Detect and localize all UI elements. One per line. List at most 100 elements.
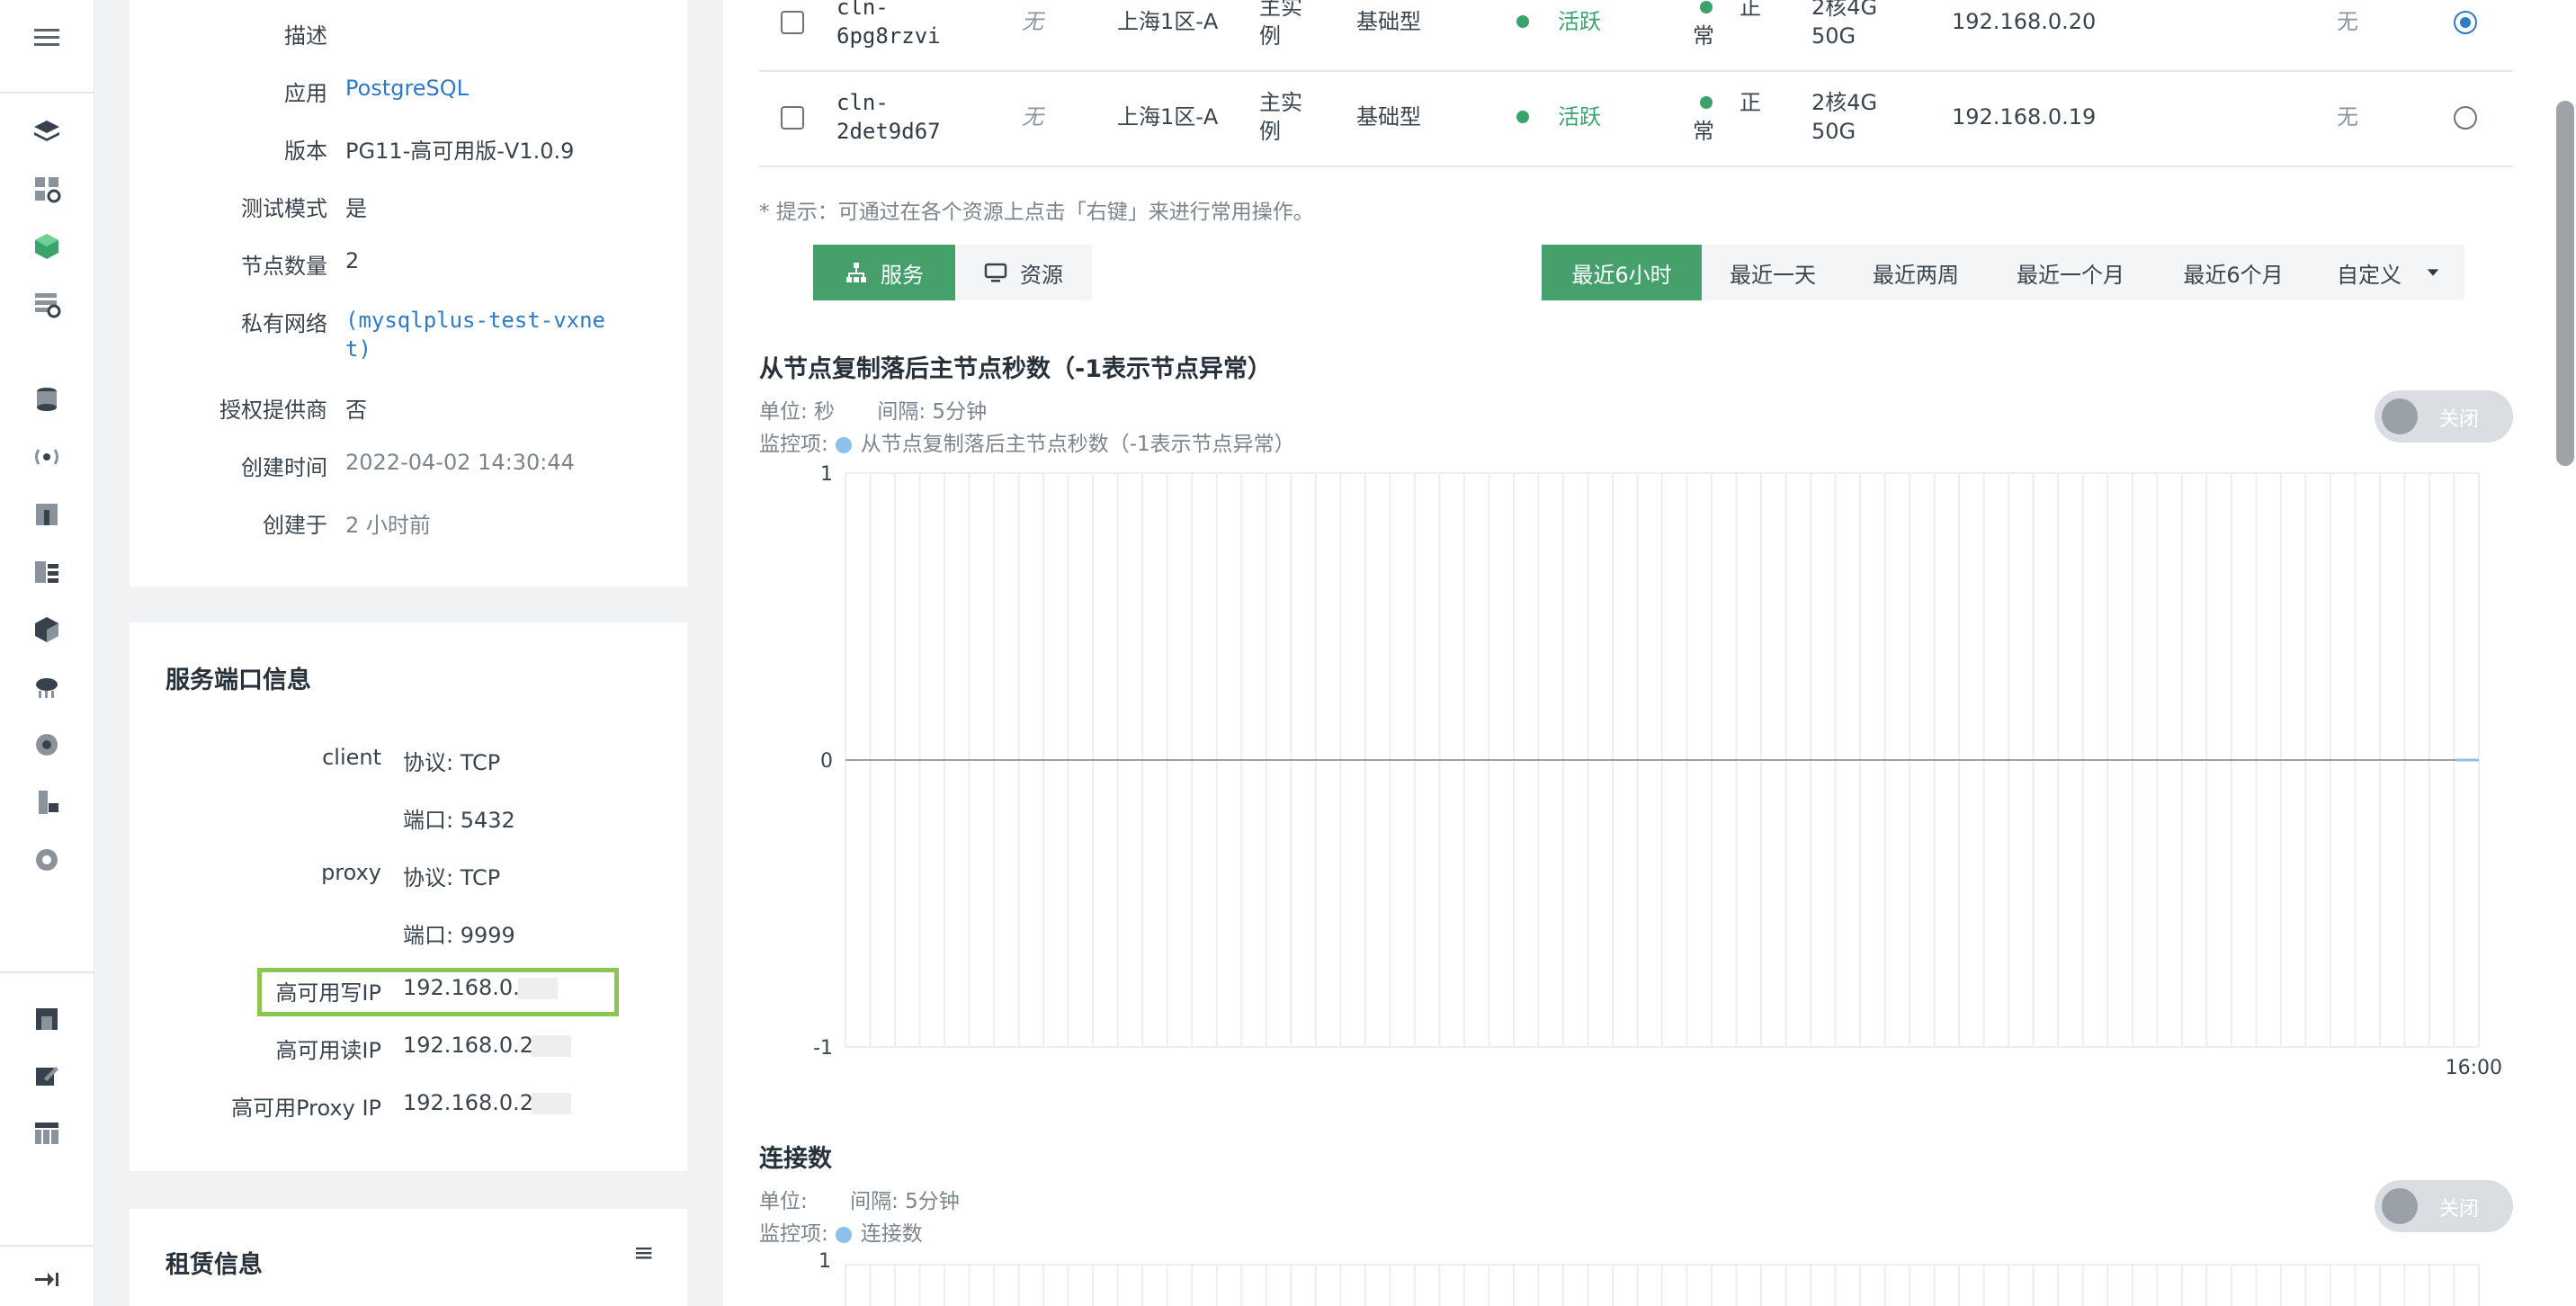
redacted-mask xyxy=(532,1035,572,1057)
chart2-monitor-label: 监控项: xyxy=(759,1222,828,1246)
node-status: 活跃 xyxy=(1558,9,1601,34)
toggle-knob xyxy=(2382,1188,2418,1224)
node-alias: 无 xyxy=(1022,104,1043,130)
node-role-line2: 例 xyxy=(1259,119,1281,144)
server-refresh-icon[interactable] xyxy=(29,286,65,322)
detail-row-vpc: 私有网络 (mysqlplus-test-vxne t) xyxy=(130,306,687,371)
detail-value: 2 xyxy=(345,248,360,273)
collapse-sidebar-icon[interactable] xyxy=(29,1261,65,1297)
table-row[interactable]: cln- 2det9d67 无 上海1区-A 主实 例 基础型 活跃 正 常 2… xyxy=(759,70,2513,167)
node-health-line2: 常 xyxy=(1693,119,1714,144)
detail-row-license: 授权提供商否 xyxy=(130,392,687,428)
detail-row-app: 应用 PostgreSQL xyxy=(130,76,687,112)
node-spec-line2: 50G xyxy=(1811,23,1856,49)
detail-value: PG11-高可用版-V1.0.9 xyxy=(345,139,575,164)
app-cube-icon[interactable] xyxy=(29,228,65,264)
node-id-line2[interactable]: 2det9d67 xyxy=(836,117,941,146)
node-role-line1: 主实 xyxy=(1259,90,1302,115)
shield-settings-icon[interactable] xyxy=(29,842,65,878)
ha-read-ip: 192.168.0.2 xyxy=(403,1033,572,1058)
x-tick-label: 16:00 xyxy=(2446,1057,2502,1079)
detail-row-created-time: 创建时间 2022-04-02 14:30:44 xyxy=(130,450,687,486)
tab-resource-label: 资源 xyxy=(1020,262,1063,288)
node-alias: 无 xyxy=(1022,9,1043,34)
row-checkbox[interactable] xyxy=(781,106,804,130)
range-6h[interactable]: 最近6小时 xyxy=(1542,245,1702,300)
ha-proxy-ip: 192.168.0.2 xyxy=(403,1090,572,1115)
ha-read-ip-row: 高可用读IP 192.168.0.2 xyxy=(130,1033,669,1069)
tab-resource[interactable]: 资源 xyxy=(955,245,1092,300)
table-icon[interactable] xyxy=(29,1115,65,1151)
node-role-line1: 主实 xyxy=(1259,0,1302,20)
broadcast-icon[interactable] xyxy=(29,439,65,475)
node-role-line2: 例 xyxy=(1259,23,1281,49)
node-extra: 无 xyxy=(2337,9,2358,34)
page-scrollbar[interactable] xyxy=(2556,101,2574,466)
disk-icon[interactable] xyxy=(29,727,65,763)
database-icon[interactable] xyxy=(29,381,65,417)
detail-value: 2 小时前 xyxy=(345,513,431,538)
range-custom-dropdown[interactable]: 自定义 xyxy=(2313,245,2464,300)
chart1-toggle[interactable]: 关闭 xyxy=(2375,390,2513,443)
y-tick-label: -1 xyxy=(813,1037,833,1060)
lease-panel: 租赁信息 ≡ xyxy=(130,1209,687,1306)
node-health-line1: 正 xyxy=(1740,90,1761,115)
toggle-label: 关闭 xyxy=(2439,1198,2480,1221)
node-id-line1[interactable]: cln- xyxy=(836,88,889,117)
ip-prefix: 192.168.0.2 xyxy=(403,1090,534,1115)
external-edit-icon[interactable] xyxy=(29,1058,65,1094)
detail-label: 应用 xyxy=(284,81,327,106)
connections-chart xyxy=(845,1264,2480,1306)
chart2-meta: 单位: 间隔: 5分钟 xyxy=(759,1184,960,1214)
row-radio-selected[interactable] xyxy=(2454,11,2477,34)
detail-row-version: 版本 PG11-高可用版-V1.0.9 xyxy=(130,133,687,169)
ip-prefix: 192.168.0.2 xyxy=(403,1033,534,1058)
caret-down-icon xyxy=(2427,269,2439,276)
layers-icon[interactable] xyxy=(29,113,65,149)
node-ip: 192.168.0.19 xyxy=(1952,104,2097,130)
row-checkbox[interactable] xyxy=(781,11,804,34)
range-1d[interactable]: 最近一天 xyxy=(1702,245,1844,300)
bar-chart-icon[interactable] xyxy=(29,496,65,532)
row-radio[interactable] xyxy=(2454,106,2477,130)
vpc-link-line1[interactable]: (mysqlplus-test-vxne xyxy=(345,306,605,335)
port-value: 端口: 5432 xyxy=(403,808,515,833)
chart1-title: 从节点复制落后主节点秒数（-1表示节点异常） xyxy=(759,355,1272,383)
replication-lag-chart: 1 0 -1 16:00 xyxy=(813,463,2502,1079)
book-icon[interactable] xyxy=(29,554,65,590)
range-2w[interactable]: 最近两周 xyxy=(1844,245,1988,300)
port-label: 高可用Proxy IP xyxy=(231,1096,381,1121)
redacted-mask xyxy=(532,1093,572,1114)
sitemap-icon xyxy=(846,263,866,282)
range-6m[interactable]: 最近6个月 xyxy=(2153,245,2313,300)
cloud-icon[interactable] xyxy=(29,669,65,705)
lease-title: 租赁信息 xyxy=(165,1251,263,1279)
detail-label: 版本 xyxy=(284,139,327,164)
status-dot xyxy=(1516,111,1529,123)
vpc-link-line2[interactable]: t) xyxy=(345,335,371,363)
box-icon[interactable] xyxy=(29,612,65,648)
node-id-line2[interactable]: 6pg8rzvi xyxy=(836,22,941,50)
node-zone: 上海1区-A xyxy=(1117,9,1219,34)
lease-menu-icon[interactable]: ≡ xyxy=(633,1238,654,1267)
port-row: 端口: 5432 xyxy=(130,802,669,838)
building-icon[interactable] xyxy=(29,1000,65,1036)
tab-service[interactable]: 服务 xyxy=(813,245,955,300)
chart1-interval: 间隔: 5分钟 xyxy=(877,400,988,424)
lock-bottle-icon[interactable] xyxy=(29,784,65,820)
range-1m[interactable]: 最近一个月 xyxy=(1988,245,2153,300)
apps-settings-icon[interactable] xyxy=(29,171,65,207)
app-link[interactable]: PostgreSQL xyxy=(345,76,469,101)
port-row: proxy 协议: TCP xyxy=(130,860,669,896)
hint-text: * 提示：可通过在各个资源上点击「右键」来进行常用操作。 xyxy=(759,201,1314,224)
hamburger-menu-icon[interactable] xyxy=(29,20,65,56)
table-row[interactable]: cln- 6pg8rzvi 无 上海1区-A 主实 例 基础型 活跃 正 常 2… xyxy=(759,0,2513,72)
node-status: 活跃 xyxy=(1558,104,1601,130)
chart2-toggle[interactable]: 关闭 xyxy=(2375,1180,2513,1232)
node-id-line1[interactable]: cln- xyxy=(836,0,889,22)
port-row: client 协议: TCP xyxy=(130,745,669,781)
port-label: client xyxy=(322,745,381,770)
detail-row-created-ago: 创建于 2 小时前 xyxy=(130,507,687,543)
app-sidebar xyxy=(0,0,94,1306)
legend-dot xyxy=(835,1226,852,1243)
